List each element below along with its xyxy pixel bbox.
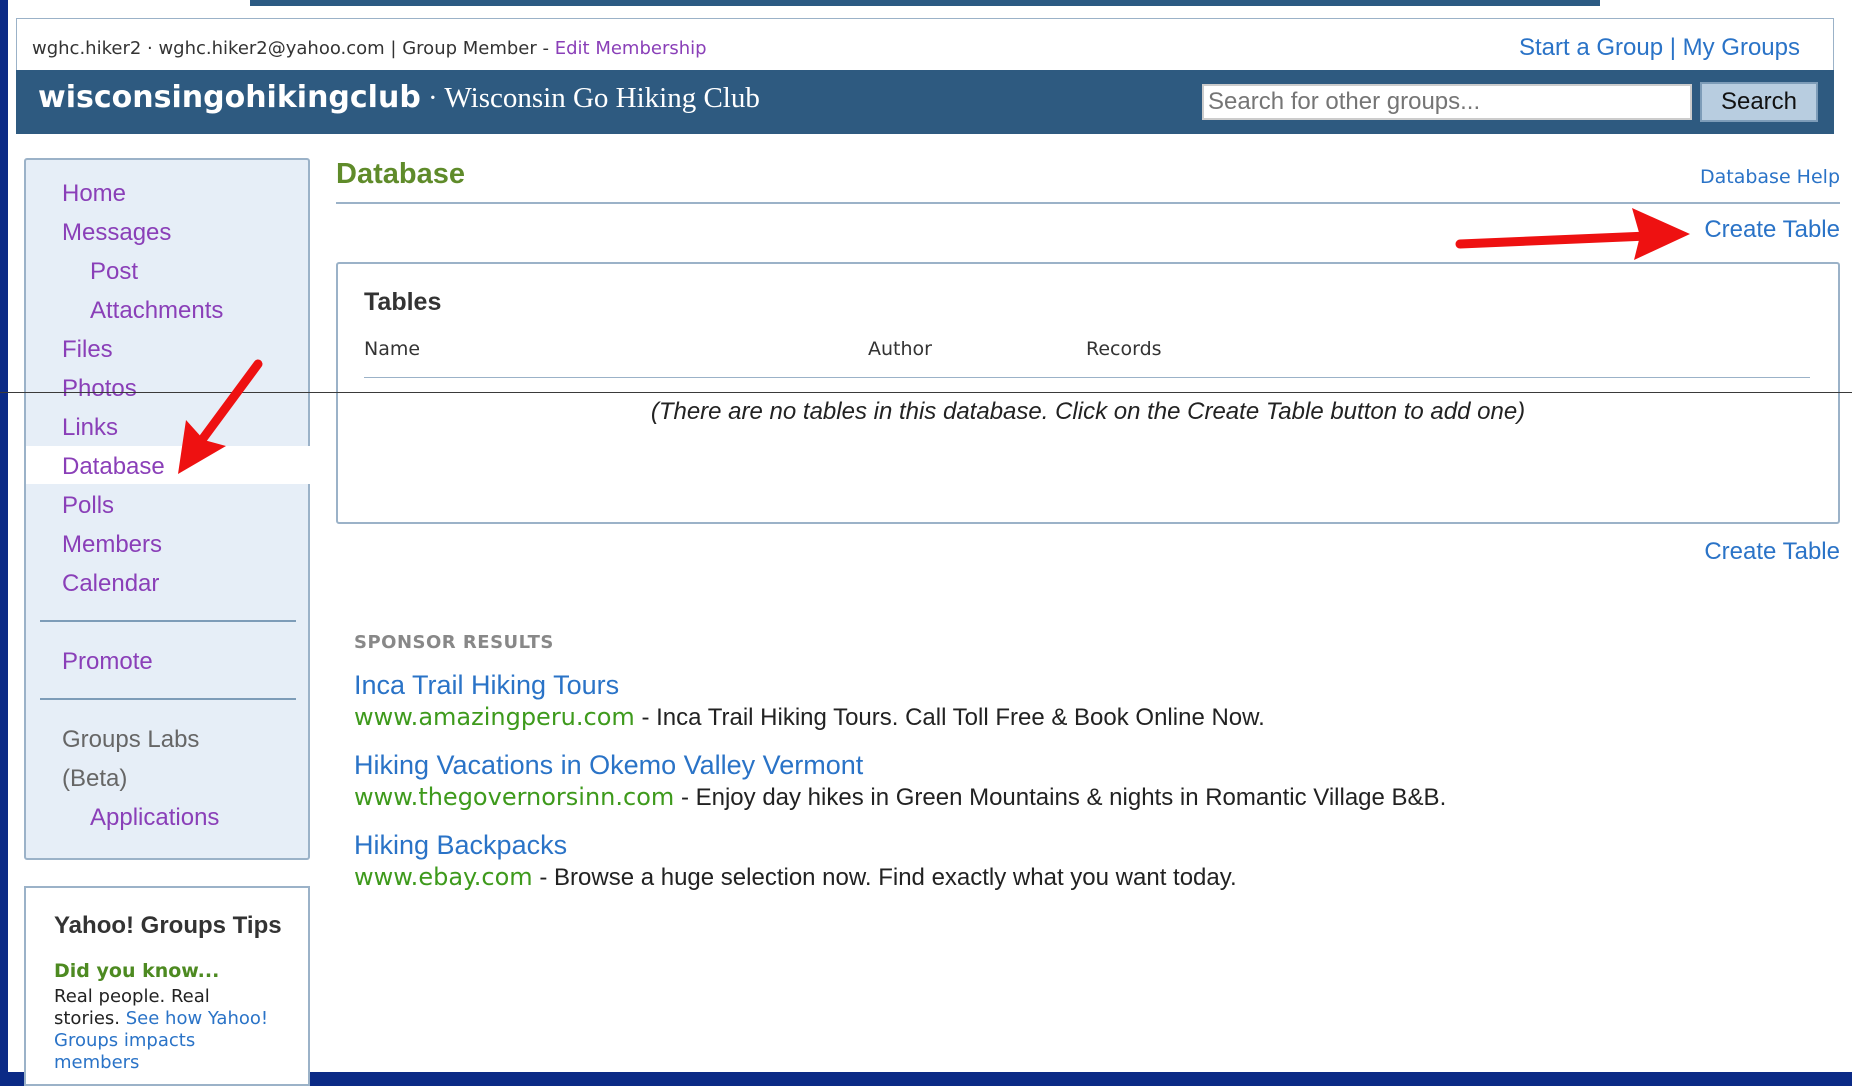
sidebar-item-polls[interactable]: Polls — [62, 492, 114, 520]
ad-url[interactable]: www.amazingperu.com — [354, 703, 635, 731]
start-group-link[interactable]: Start a Group — [1519, 34, 1663, 61]
ad-title[interactable]: Inca Trail Hiking Tours — [354, 670, 619, 701]
tips-title: Yahoo! Groups Tips — [54, 912, 282, 939]
create-table-link-top[interactable]: Create Table — [1704, 216, 1840, 244]
group-name: · Wisconsin Go Hiking Club — [420, 82, 760, 114]
ad-description: - Inca Trail Hiking Tours. Call Toll Fre… — [634, 704, 1265, 731]
tables-heading: Tables — [364, 288, 442, 316]
user-info: wghc.hiker2 · wghc.hiker2@yahoo.com | Gr… — [32, 38, 707, 59]
database-help-link[interactable]: Database Help — [1700, 166, 1840, 188]
tips-subtitle: Did you know... — [54, 960, 220, 982]
sidebar-item-messages[interactable]: Messages — [62, 219, 171, 247]
ad-line: www.thegovernorsinn.com - Enjoy day hike… — [354, 783, 1446, 812]
ad-title[interactable]: Hiking Backpacks — [354, 830, 567, 861]
my-groups-link[interactable]: My Groups — [1683, 34, 1800, 61]
sidebar-divider — [40, 620, 296, 622]
tips-body: Real people. Real stories. See how Yahoo… — [54, 986, 269, 1073]
tables-panel — [336, 262, 1840, 524]
sidebar-item-database[interactable]: Database — [62, 453, 165, 481]
group-title: wisconsingohikingclub · Wisconsin Go Hik… — [38, 80, 760, 115]
search-button[interactable]: Search — [1700, 82, 1818, 122]
edit-membership-link[interactable]: Edit Membership — [555, 38, 707, 59]
create-table-link-bottom[interactable]: Create Table — [1704, 538, 1840, 566]
sidebar-item-post[interactable]: Post — [90, 258, 138, 286]
empty-table-message: (There are no tables in this database. C… — [650, 398, 1526, 425]
group-search-input[interactable] — [1202, 84, 1692, 120]
ad-description: - Enjoy day hikes in Green Mountains & n… — [674, 784, 1447, 811]
sidebar-item-members[interactable]: Members — [62, 531, 162, 559]
sponsor-heading: SPONSOR RESULTS — [354, 632, 554, 653]
top-stripe — [250, 0, 1600, 6]
sidebar-item-attachments[interactable]: Attachments — [90, 297, 223, 325]
ad-url[interactable]: www.thegovernorsinn.com — [354, 783, 674, 811]
sidebar-item-calendar[interactable]: Calendar — [62, 570, 159, 598]
ad-url[interactable]: www.ebay.com — [354, 863, 533, 891]
ad-line: www.amazingperu.com - Inca Trail Hiking … — [354, 703, 1265, 732]
sidebar-item-promote[interactable]: Promote — [62, 648, 153, 676]
title-divider — [336, 202, 1840, 204]
ad-line: www.ebay.com - Browse a huge selection n… — [354, 863, 1237, 892]
sidebar-item-links[interactable]: Links — [62, 414, 118, 442]
sidebar-item-files[interactable]: Files — [62, 336, 113, 364]
sidebar-item-home[interactable]: Home — [62, 180, 126, 208]
sidebar-item-applications[interactable]: Applications — [90, 804, 219, 832]
ad-title[interactable]: Hiking Vacations in Okemo Valley Vermont — [354, 750, 863, 781]
table-header-divider — [364, 377, 1810, 378]
top-links: Start a Group | My Groups — [1518, 34, 1800, 61]
sidebar-divider — [40, 698, 296, 700]
beta-label: (Beta) — [62, 765, 128, 792]
groups-labs-label: Groups Labs — [62, 726, 200, 753]
user-identity: wghc.hiker2 · wghc.hiker2@yahoo.com | Gr… — [32, 38, 537, 59]
column-header-author[interactable]: Author — [868, 338, 932, 360]
column-header-records[interactable]: Records — [1086, 338, 1162, 360]
column-header-name[interactable]: Name — [364, 338, 420, 360]
sidebar-item-photos[interactable]: Photos — [62, 375, 137, 403]
group-id[interactable]: wisconsingohikingclub — [38, 80, 421, 115]
ad-description: - Browse a huge selection now. Find exac… — [532, 864, 1237, 891]
page-title: Database — [336, 158, 465, 190]
horizontal-guide-line — [0, 392, 1852, 393]
